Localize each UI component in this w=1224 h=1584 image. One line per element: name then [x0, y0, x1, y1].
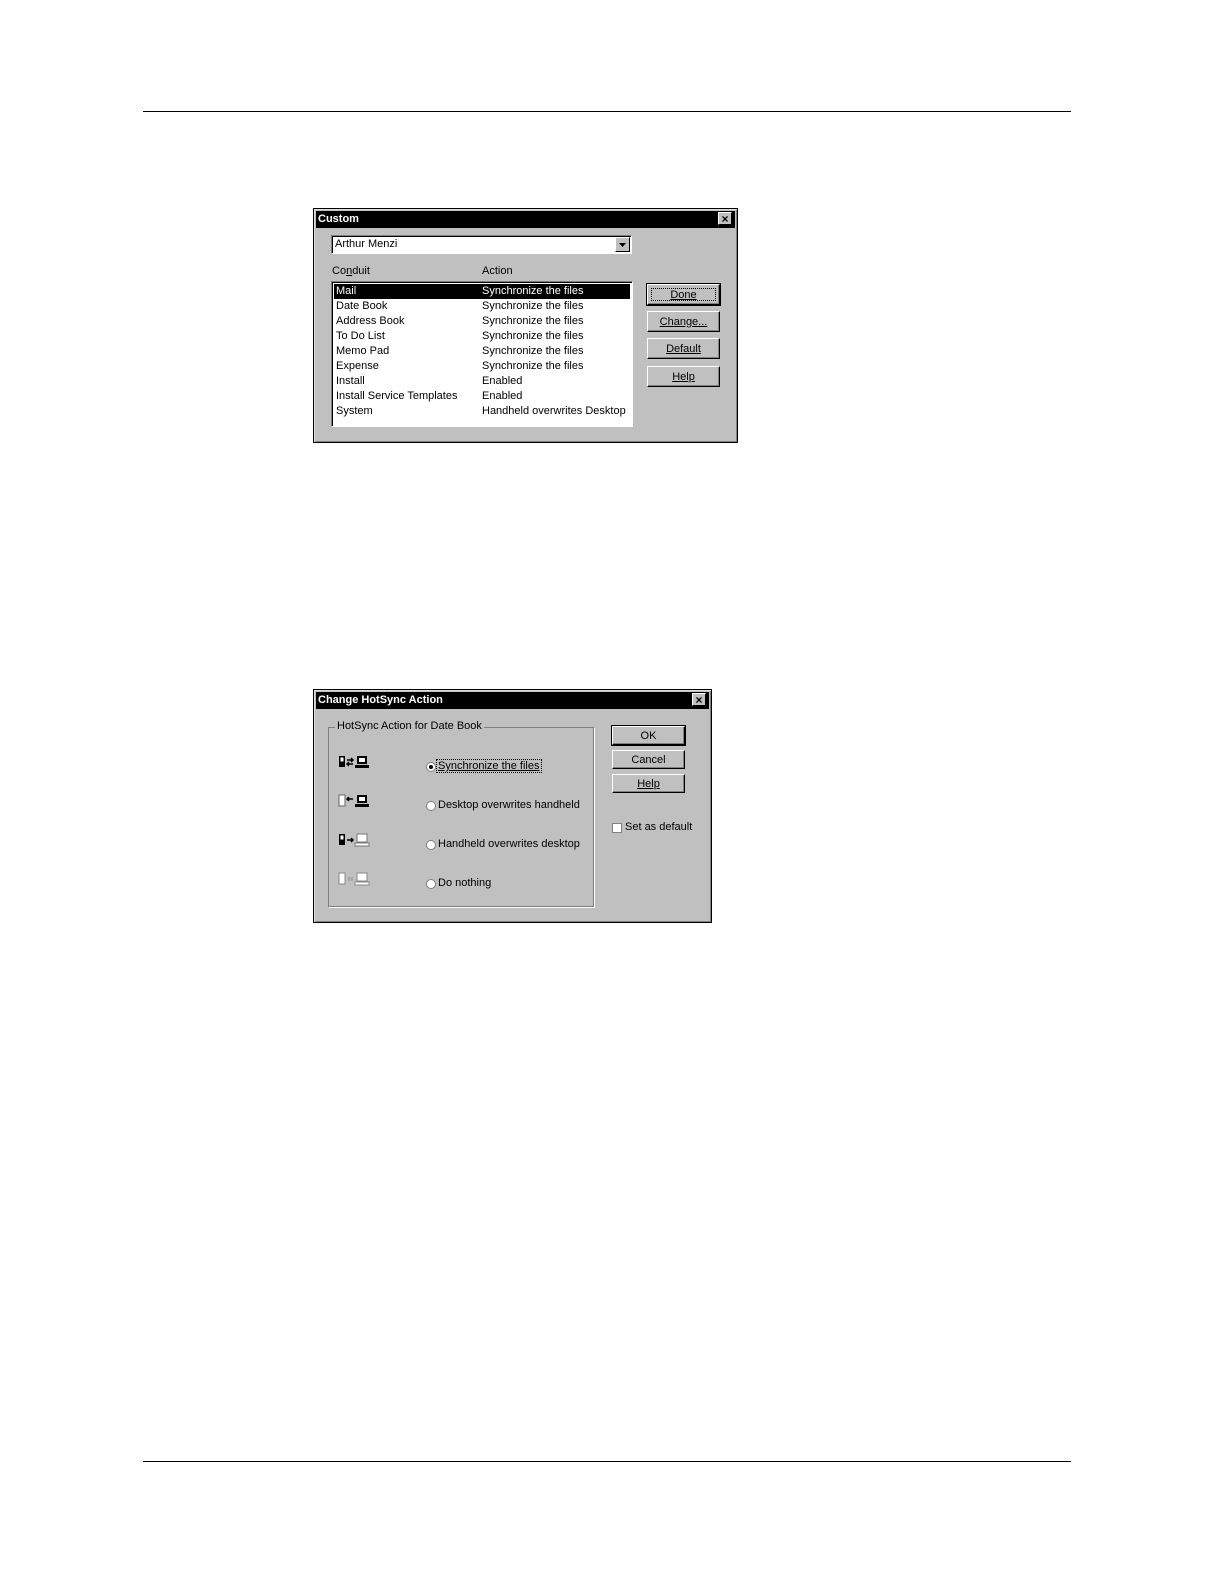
- help-button[interactable]: Help: [647, 366, 720, 387]
- top-rule: [143, 111, 1071, 112]
- ok-button[interactable]: OK: [611, 725, 686, 746]
- bottom-rule: [143, 1461, 1071, 1462]
- change-dialog-title: Change HotSync Action: [318, 694, 443, 706]
- close-icon[interactable]: ×: [692, 693, 706, 706]
- table-row[interactable]: Memo Pad Synchronize the files: [334, 344, 630, 359]
- default-button[interactable]: Default: [647, 338, 720, 359]
- custom-dialog-title: Custom: [318, 213, 359, 225]
- option-desktop-overwrites-label[interactable]: Desktop overwrites handheld: [438, 799, 580, 811]
- table-row[interactable]: Date Book Synchronize the files: [334, 299, 630, 314]
- group-label: HotSync Action for Date Book: [335, 720, 484, 732]
- user-select-value: Arthur Menzi: [335, 238, 398, 250]
- user-select[interactable]: Arthur Menzi: [331, 235, 632, 254]
- table-row[interactable]: System Handheld overwrites Desktop: [334, 404, 630, 419]
- table-row[interactable]: Mail Synchronize the files: [334, 284, 630, 299]
- desktop-to-handheld-icon: [338, 794, 369, 807]
- radio-synchronize[interactable]: [426, 762, 436, 772]
- sync-both-icon: [339, 756, 369, 768]
- radio-handheld-overwrites[interactable]: [426, 840, 436, 850]
- table-row[interactable]: To Do List Synchronize the files: [334, 329, 630, 344]
- chevron-down-icon[interactable]: [615, 237, 630, 252]
- table-row[interactable]: Address Book Synchronize the files: [334, 314, 630, 329]
- set-default-label[interactable]: Set as default: [625, 821, 692, 833]
- radio-do-nothing[interactable]: [426, 879, 436, 889]
- custom-dialog: Custom × Arthur Menzi Conduit Action Mai…: [313, 208, 738, 443]
- change-titlebar: Change HotSync Action ×: [316, 692, 709, 709]
- handheld-to-desktop-icon: [339, 833, 370, 847]
- option-synchronize-label[interactable]: Synchronize the files: [436, 759, 542, 773]
- set-default-checkbox[interactable]: [612, 823, 622, 833]
- column-header-conduit: Conduit: [332, 265, 370, 277]
- done-button[interactable]: Done: [646, 283, 721, 306]
- option-handheld-overwrites-label[interactable]: Handheld overwrites desktop: [438, 838, 580, 850]
- do-nothing-icon: [338, 872, 370, 886]
- column-header-action: Action: [482, 265, 513, 277]
- option-do-nothing-label[interactable]: Do nothing: [438, 877, 491, 889]
- custom-titlebar: Custom ×: [316, 211, 735, 228]
- table-row[interactable]: Install Enabled: [334, 374, 630, 389]
- conduit-list[interactable]: Mail Synchronize the files Date Book Synch…: [331, 281, 633, 427]
- help-button[interactable]: Help: [612, 774, 685, 793]
- close-icon[interactable]: ×: [718, 212, 732, 225]
- table-row[interactable]: Install Service Templates Enabled: [334, 389, 630, 404]
- change-button[interactable]: Change...: [647, 311, 720, 332]
- change-hotsync-dialog: Change HotSync Action × HotSync Action f…: [313, 689, 712, 923]
- table-row[interactable]: Expense Synchronize the files: [334, 359, 630, 374]
- cancel-button[interactable]: Cancel: [612, 750, 685, 769]
- radio-desktop-overwrites[interactable]: [426, 801, 436, 811]
